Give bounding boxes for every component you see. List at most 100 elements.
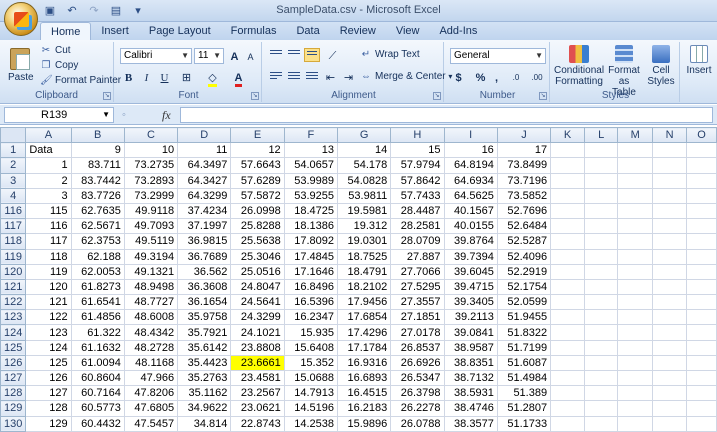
cell[interactable] (583, 339, 619, 356)
tab-formulas[interactable]: Formulas (221, 22, 287, 40)
cell[interactable]: 48.7727 (123, 294, 179, 311)
cell[interactable]: 126 (25, 369, 72, 387)
column-header-k[interactable]: K (550, 127, 585, 144)
cell[interactable] (583, 385, 619, 402)
cell[interactable]: 35.9758 (177, 309, 232, 326)
cell[interactable]: 36.3608 (177, 278, 232, 296)
row-header[interactable]: 2 (0, 157, 27, 174)
cell[interactable]: 25.3046 (230, 248, 285, 265)
cell[interactable]: 53.9255 (283, 187, 338, 204)
column-header-f[interactable]: F (283, 127, 338, 144)
row-header[interactable]: 3 (0, 172, 27, 189)
tab-data[interactable]: Data (286, 22, 329, 40)
decrease-indent-button[interactable]: ⇤ (322, 69, 339, 85)
font-size-select[interactable]: 11 ▼ (194, 48, 224, 64)
cell[interactable]: 26.3798 (390, 385, 445, 402)
cell[interactable] (651, 248, 688, 265)
cell[interactable] (550, 278, 585, 296)
row-header[interactable]: 118 (0, 233, 27, 250)
cell[interactable] (686, 400, 717, 417)
row-header[interactable]: 128 (0, 385, 27, 402)
cell[interactable] (583, 324, 619, 341)
cell[interactable]: 51.8322 (496, 324, 552, 341)
align-middle-button[interactable] (286, 48, 302, 62)
cell[interactable]: 26.2278 (390, 400, 445, 417)
cell[interactable] (617, 385, 653, 402)
cell[interactable] (651, 415, 688, 432)
tab-insert[interactable]: Insert (91, 22, 139, 40)
cell[interactable]: 34.814 (177, 415, 232, 432)
cell[interactable]: 57.7433 (390, 187, 445, 204)
cell[interactable]: 36.562 (177, 263, 232, 280)
cell[interactable]: 27.7066 (390, 263, 445, 280)
row-header[interactable]: 119 (0, 248, 27, 265)
cell[interactable]: 64.3299 (177, 187, 232, 204)
cell[interactable]: 48.4342 (123, 324, 179, 341)
cell[interactable] (583, 187, 619, 204)
cell[interactable] (651, 157, 688, 174)
cell[interactable]: 60.8604 (70, 369, 125, 387)
column-header-a[interactable]: A (25, 127, 72, 144)
column-header-j[interactable]: J (496, 127, 552, 144)
cell[interactable] (686, 157, 717, 174)
cell[interactable]: 61.8273 (70, 278, 125, 296)
cell[interactable] (686, 218, 717, 235)
select-all-corner[interactable] (0, 127, 27, 144)
merge-center-button[interactable]: ⇔ Merge & Center ▾ (360, 71, 452, 82)
cell[interactable]: 52.7696 (496, 202, 552, 220)
cell[interactable] (583, 142, 619, 159)
cell[interactable] (617, 142, 653, 159)
cell[interactable]: 35.7921 (177, 324, 232, 341)
cell[interactable]: 51.6087 (496, 354, 552, 372)
cell[interactable]: 38.7132 (443, 369, 498, 387)
row-header[interactable]: 124 (0, 324, 27, 341)
cell[interactable] (686, 415, 717, 432)
grow-font-button[interactable]: A (226, 48, 243, 64)
cell[interactable]: 39.6045 (443, 263, 498, 280)
splitter-icon[interactable]: ◦ (122, 109, 126, 121)
cell[interactable]: 22.8743 (230, 415, 285, 432)
font-launcher-icon[interactable]: ↘ (251, 92, 259, 100)
cell[interactable]: 60.7164 (70, 385, 125, 402)
cell[interactable]: 51.9455 (496, 309, 552, 326)
cell[interactable] (583, 172, 619, 189)
cell[interactable]: 54.0657 (283, 157, 338, 174)
cell[interactable]: 17.9456 (336, 294, 392, 311)
cell[interactable]: 123 (25, 324, 72, 341)
cell[interactable] (550, 172, 585, 189)
cell[interactable]: 38.4746 (443, 400, 498, 417)
cell[interactable]: 15.6408 (283, 339, 338, 356)
cell[interactable]: 73.2735 (123, 157, 179, 174)
cell[interactable]: 57.6643 (230, 157, 285, 174)
cell[interactable] (583, 278, 619, 296)
alignment-launcher-icon[interactable]: ↘ (433, 92, 441, 100)
cell[interactable] (617, 415, 653, 432)
cell[interactable]: 52.5287 (496, 233, 552, 250)
cell[interactable]: 57.9794 (390, 157, 445, 174)
cell[interactable] (583, 369, 619, 387)
cell[interactable] (651, 278, 688, 296)
cell[interactable] (583, 354, 619, 372)
cell[interactable]: 53.9989 (283, 172, 338, 189)
cell[interactable]: 64.3497 (177, 157, 232, 174)
column-header-g[interactable]: G (336, 127, 392, 144)
cell[interactable]: 39.3405 (443, 294, 498, 311)
align-left-button[interactable] (268, 70, 284, 84)
cell[interactable]: 61.6541 (70, 294, 125, 311)
cell[interactable]: 125 (25, 354, 72, 372)
cell[interactable] (617, 309, 653, 326)
cell[interactable]: 18.4791 (336, 263, 392, 280)
wrap-text-button[interactable]: ↵ Wrap Text (360, 49, 420, 60)
cell[interactable]: 19.0301 (336, 233, 392, 250)
cell[interactable] (583, 400, 619, 417)
cell[interactable] (617, 172, 653, 189)
cell[interactable]: 27.5295 (390, 278, 445, 296)
cell[interactable]: 51.2807 (496, 400, 552, 417)
cell[interactable] (617, 278, 653, 296)
orientation-button[interactable]: ⟋ (324, 47, 341, 63)
cell[interactable]: 61.0094 (70, 354, 125, 372)
worksheet-grid[interactable]: ABCDEFGHIJKLMNO 1 Data 9 10 11 12 13 14 15 16 17 2 1… (0, 127, 717, 432)
cell[interactable] (651, 400, 688, 417)
formula-input[interactable] (180, 107, 713, 123)
cell[interactable] (583, 157, 619, 174)
